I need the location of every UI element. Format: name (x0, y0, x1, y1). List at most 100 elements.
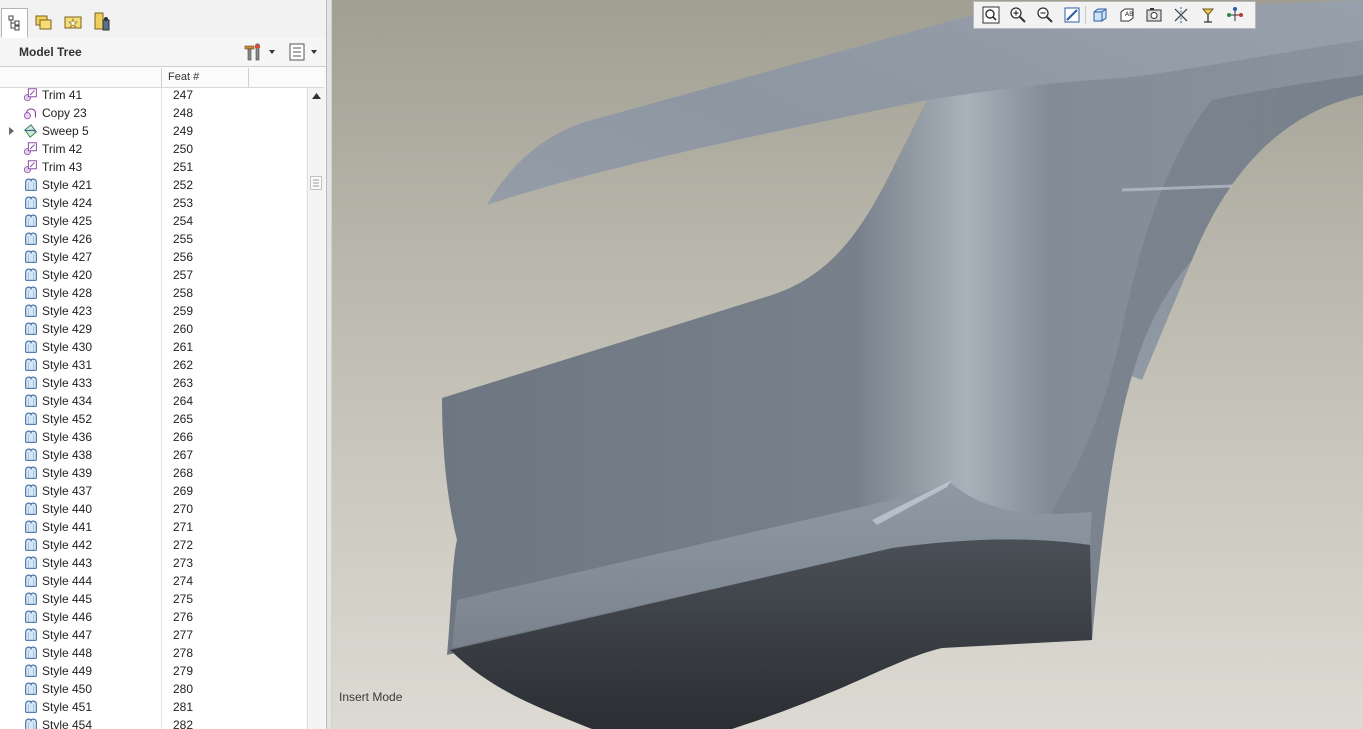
display-style-icon (1093, 8, 1107, 22)
tree-row-name: Style 430 (42, 340, 93, 354)
tree-row[interactable]: Style 440 270 (0, 500, 306, 518)
tree-row[interactable]: Style 441 271 (0, 518, 306, 536)
style-icon (23, 177, 39, 193)
tree-row-name: Style 437 (42, 484, 93, 498)
saved-views-button[interactable]: AB (1116, 4, 1138, 26)
tree-row[interactable]: Style 448 278 (0, 644, 306, 662)
tree-row-name: Style 425 (42, 214, 93, 228)
repaint-icon (1064, 7, 1080, 23)
surface-model (442, 0, 1363, 729)
tree-row[interactable]: Style 449 279 (0, 662, 306, 680)
tree-row-feat-number: 268 (173, 466, 194, 480)
tree-row[interactable]: Style 443 273 (0, 554, 306, 572)
tree-settings-button[interactable] (244, 42, 275, 62)
tree-row-name: Style 450 (42, 682, 93, 696)
tree-row[interactable]: Style 436 266 (0, 428, 306, 446)
tree-row-name: Style 439 (42, 466, 93, 480)
spin-center-button[interactable] (1197, 4, 1219, 26)
style-icon (23, 591, 39, 607)
tree-row[interactable]: Trim 43 251 (0, 158, 306, 176)
tree-row[interactable]: Trim 41 247 (0, 88, 306, 104)
column-name[interactable] (0, 68, 162, 87)
tree-row[interactable]: Style 431 262 (0, 356, 306, 374)
zoom-in-button[interactable] (1007, 4, 1029, 26)
tree-row[interactable]: Style 447 277 (0, 626, 306, 644)
tree-row-name: Style 433 (42, 376, 93, 390)
grip-icon (313, 179, 319, 187)
model-tree-icon (8, 15, 19, 31)
connections-icon (94, 12, 109, 30)
tree-row[interactable]: Style 423 259 (0, 302, 306, 320)
tree-row-name: Style 454 (42, 718, 93, 729)
tree-row[interactable]: Style 434 264 (0, 392, 306, 410)
tree-row[interactable]: Style 420 257 (0, 266, 306, 284)
tree-row[interactable]: Trim 42 250 (0, 140, 306, 158)
refit-icon (982, 6, 1000, 24)
tree-row-feat-number: 253 (173, 196, 194, 210)
tree-row[interactable]: Style 452 265 (0, 410, 306, 428)
tree-row[interactable]: Style 430 261 (0, 338, 306, 356)
settings-tools-icon (244, 43, 260, 61)
repaint-button[interactable] (1061, 4, 1086, 26)
tree-row[interactable]: Style 426 255 (0, 230, 306, 248)
tree-scrollbar[interactable] (307, 88, 325, 729)
tree-row[interactable]: Style 439 268 (0, 464, 306, 482)
tree-row[interactable]: Sweep 5 249 (0, 122, 306, 140)
expand-arrow-icon[interactable] (9, 127, 14, 135)
tree-row-name: Style 446 (42, 610, 93, 624)
style-icon (23, 681, 39, 697)
tree-row-name: Sweep 5 (42, 124, 89, 138)
tree-row-feat-number: 272 (173, 538, 194, 552)
folder-browser-icon (35, 15, 51, 29)
tree-show-button[interactable] (288, 42, 317, 62)
tree-row-feat-number: 261 (173, 340, 194, 354)
navigator-tabs (0, 0, 326, 39)
display-style-button[interactable] (1089, 4, 1111, 26)
graphics-window[interactable]: AB Insert Mode (332, 0, 1363, 729)
tree-row[interactable]: Style 438 267 (0, 446, 306, 464)
scroll-thumb[interactable] (310, 176, 322, 190)
refit-button[interactable] (980, 4, 1002, 26)
scroll-up-button[interactable] (308, 88, 325, 104)
style-icon (23, 429, 39, 445)
folder-browser-tab[interactable] (30, 8, 57, 35)
tree-row[interactable]: Style 428 258 (0, 284, 306, 302)
tree-row[interactable]: Style 442 272 (0, 536, 306, 554)
view-manager-button[interactable] (1143, 4, 1165, 26)
style-icon (23, 609, 39, 625)
tree-row[interactable]: Style 450 280 (0, 680, 306, 698)
tree-row[interactable]: Style 451 281 (0, 698, 306, 716)
tree-row-feat-number: 254 (173, 214, 194, 228)
tree-row[interactable]: Style 427 256 (0, 248, 306, 266)
tree-row[interactable]: Style 421 252 (0, 176, 306, 194)
style-icon (23, 573, 39, 589)
tree-row[interactable]: Copy 23 248 (0, 104, 306, 122)
tree-row-name: Style 426 (42, 232, 93, 246)
tree-row-feat-number: 276 (173, 610, 194, 624)
annotation-display-button[interactable] (1224, 4, 1246, 26)
tree-row-feat-number: 270 (173, 502, 194, 516)
tree-row-name: Style 434 (42, 394, 93, 408)
tree-row[interactable]: Style 445 275 (0, 590, 306, 608)
favorites-tab[interactable] (59, 8, 86, 35)
tree-row[interactable]: Style 446 276 (0, 608, 306, 626)
style-icon (23, 393, 39, 409)
tree-row[interactable]: Style 444 274 (0, 572, 306, 590)
model-tree-tab[interactable] (1, 8, 28, 38)
tree-row[interactable]: Style 424 253 (0, 194, 306, 212)
tree-row-feat-number: 267 (173, 448, 194, 462)
tree-row[interactable]: Style 429 260 (0, 320, 306, 338)
tree-row-feat-number: 281 (173, 700, 194, 714)
connections-tab[interactable] (89, 8, 116, 35)
tree-row-feat-number: 262 (173, 358, 194, 372)
tree-row[interactable]: Style 433 263 (0, 374, 306, 392)
zoom-out-button[interactable] (1034, 4, 1056, 26)
favorites-icon (64, 16, 81, 28)
tree-row[interactable]: Style 425 254 (0, 212, 306, 230)
model-tree-header: Model Tree (0, 38, 326, 67)
datum-display-button[interactable] (1170, 4, 1192, 26)
tree-row[interactable]: Style 437 269 (0, 482, 306, 500)
tree-row[interactable]: Style 454 282 (0, 716, 306, 729)
arrow-up-icon (312, 93, 321, 99)
copy-icon (23, 105, 39, 121)
